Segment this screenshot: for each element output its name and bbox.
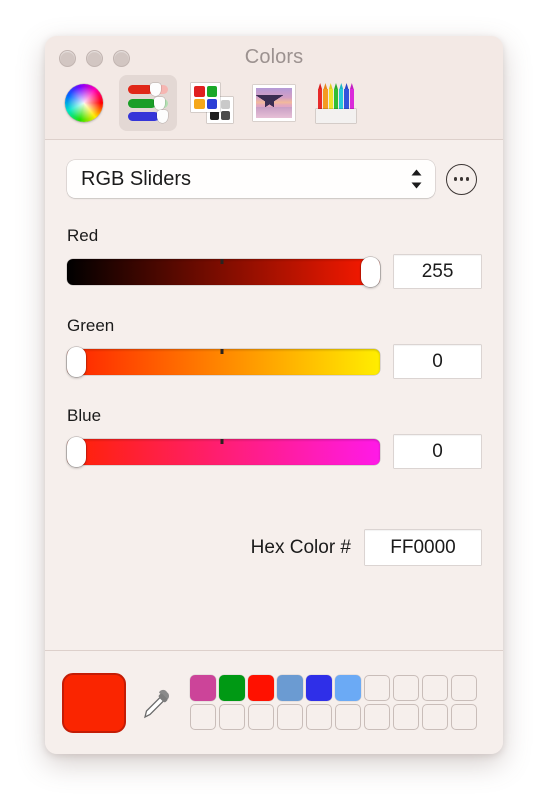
bottom-swatch-bar [45,651,503,754]
swatch[interactable] [335,675,361,701]
swatch-empty[interactable] [335,704,361,730]
slider-tick-blue [220,438,224,444]
image-palettes-icon [253,85,295,121]
colors-panel-window: Colors RGB Sliders Red 255 Green 0 Blue … [45,36,503,754]
swatch-empty[interactable] [393,704,419,730]
slider-value-blue[interactable]: 0 [394,435,481,468]
swatch-empty[interactable] [190,704,216,730]
recent-swatch-grid [190,675,477,730]
rgb-sliders-icon [128,83,168,123]
toolbar-item-color-palettes[interactable] [185,75,239,131]
color-palettes-icon [191,83,233,123]
ellipsis-dot [453,177,458,181]
swatch[interactable] [248,675,274,701]
slider-value-green[interactable]: 0 [394,345,481,378]
swatch-empty[interactable] [248,704,274,730]
color-mode-popup-label: RGB Sliders [81,167,192,190]
swatch-empty[interactable] [364,704,390,730]
swatch-empty[interactable] [393,675,419,701]
slider-value-red[interactable]: 255 [394,255,481,288]
current-color-preview[interactable] [62,672,126,733]
slider-track-blue[interactable] [67,438,380,465]
ellipsis-dot [459,177,464,181]
slider-label-red: Red [67,226,99,245]
slider-track-green[interactable] [67,348,380,375]
slider-thumb-red[interactable] [361,256,380,287]
swatch[interactable] [219,675,245,701]
slider-track-red[interactable] [67,258,380,285]
slider-blue[interactable] [67,436,380,467]
slider-group-blue: Blue 0 [67,406,481,468]
swatch-empty[interactable] [422,675,448,701]
screen: Colors RGB Sliders Red 255 Green 0 Blue … [0,0,548,810]
crayons-icon [315,83,357,123]
swatch-empty[interactable] [219,704,245,730]
window-title: Colors [244,46,304,68]
panel-body: RGB Sliders Red 255 Green 0 Blue 0 Hex C… [45,140,503,650]
slider-thumb-blue[interactable] [67,436,86,467]
swatch-empty[interactable] [451,704,477,730]
ellipsis-dot [465,177,470,181]
slider-red[interactable] [67,256,380,287]
eyedropper-icon[interactable] [140,684,174,722]
swatch-empty[interactable] [306,704,332,730]
swatch-empty[interactable] [451,675,477,701]
window-titlebar: Colors [45,36,503,140]
slider-tick-red [220,258,224,264]
slider-thumb-green[interactable] [67,346,86,377]
swatch-empty[interactable] [364,675,390,701]
slider-group-green: Green 0 [67,316,481,378]
hex-color-input[interactable]: FF0000 [365,530,481,565]
slider-label-green: Green [67,316,115,335]
slider-group-red: Red 255 [67,226,481,288]
toolbar-item-color-wheel[interactable] [57,75,111,131]
hex-color-label: Hex Color # [250,536,351,558]
toolbar-item-pencils[interactable] [309,75,363,131]
mode-toolbar [57,73,363,133]
swatch-empty[interactable] [422,704,448,730]
slider-tick-green [220,348,224,354]
swatch[interactable] [190,675,216,701]
color-mode-popup-button[interactable]: RGB Sliders [67,160,435,198]
chevron-up-down-icon [410,168,423,190]
swatch-empty[interactable] [277,704,303,730]
more-options-button[interactable] [446,163,477,195]
toolbar-item-color-sliders[interactable] [119,75,177,131]
slider-label-blue: Blue [67,406,102,425]
color-wheel-icon [65,84,103,122]
swatch[interactable] [306,675,332,701]
mode-popup-row: RGB Sliders [67,160,477,198]
toolbar-item-image-palettes[interactable] [247,75,301,131]
swatch[interactable] [277,675,303,701]
slider-green[interactable] [67,346,380,377]
hex-color-row: Hex Color # FF0000 [67,530,481,565]
